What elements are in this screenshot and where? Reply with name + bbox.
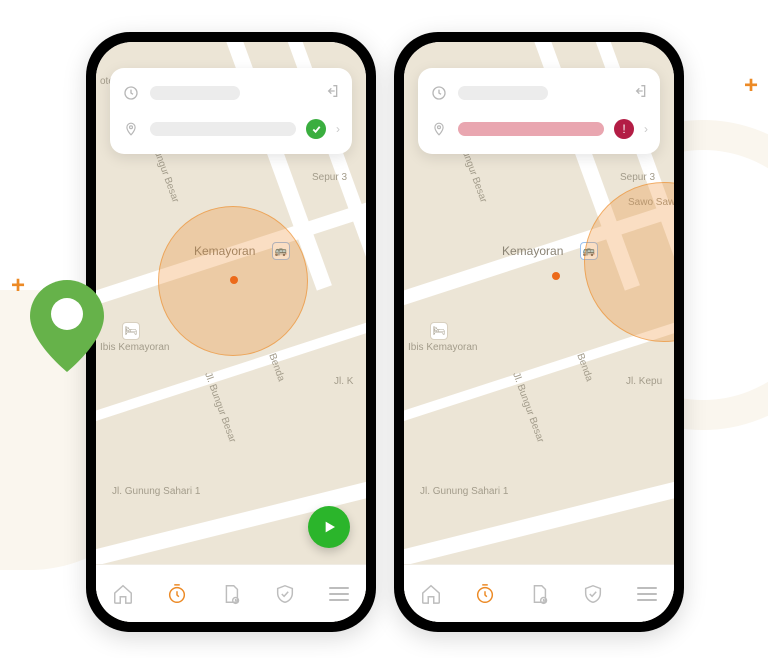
chevron-right-icon: › (644, 122, 648, 136)
map-poi-label: Ibis Kemayoran (408, 342, 477, 353)
pin-icon (430, 121, 448, 137)
nav-timer[interactable] (468, 577, 502, 611)
nav-menu[interactable] (322, 577, 356, 611)
clock-icon (122, 85, 140, 101)
pin-icon (122, 121, 140, 137)
status-ok-icon (306, 119, 326, 139)
map-label: Sepur 3 (620, 172, 655, 183)
time-row[interactable] (122, 78, 340, 108)
hamburger-icon (329, 587, 349, 601)
clock-icon (430, 85, 448, 101)
bottom-nav (404, 564, 674, 622)
phone-mockup-outside-zone: Sepur 3 Sawo Sawo Jl. Bungur Besar Jl. B… (394, 32, 684, 632)
user-location-dot (230, 276, 238, 284)
nav-shield[interactable] (576, 577, 610, 611)
nav-menu[interactable] (630, 577, 664, 611)
map-label: Jl. Kepu (626, 376, 662, 387)
hotel-poi-icon: 🛏 (430, 322, 448, 340)
exit-icon[interactable] (324, 83, 340, 104)
chevron-right-icon: › (336, 122, 340, 136)
nav-timer[interactable] (160, 577, 194, 611)
nav-home[interactable] (106, 577, 140, 611)
map-label: Jl. Gunung Sahari 1 (112, 486, 200, 497)
nav-notes[interactable] (522, 577, 556, 611)
status-error-icon: ! (614, 119, 634, 139)
hamburger-icon (637, 587, 657, 601)
location-status-row[interactable]: › (122, 114, 340, 144)
hotel-poi-icon: 🛏 (122, 322, 140, 340)
map-area-label: Kemayoran (502, 244, 563, 258)
user-location-dot (552, 272, 560, 280)
play-button[interactable] (308, 506, 350, 548)
map-label: Jl. Gunung Sahari 1 (420, 486, 508, 497)
location-placeholder (150, 122, 296, 136)
time-row[interactable] (430, 78, 648, 108)
location-pin-icon (30, 280, 104, 377)
nav-notes[interactable] (214, 577, 248, 611)
bottom-nav (96, 564, 366, 622)
status-card: › (110, 68, 352, 154)
phone-mockup-inside-zone: otel Sepur 3 Jl. Bungur Besar Jl. Bungur… (86, 32, 376, 632)
location-placeholder (458, 122, 604, 136)
map-label: Jl. Bungur Besar (510, 371, 546, 444)
time-placeholder (458, 86, 548, 100)
map-label: Jl. K (334, 376, 353, 387)
exit-icon[interactable] (632, 83, 648, 104)
status-card: ! › (418, 68, 660, 154)
map-label: Sepur 3 (312, 172, 347, 183)
nav-home[interactable] (414, 577, 448, 611)
map-poi-label: Ibis Kemayoran (100, 342, 169, 353)
map-label: Jl. Bungur Besar (202, 371, 238, 444)
location-status-row[interactable]: ! › (430, 114, 648, 144)
time-placeholder (150, 86, 240, 100)
nav-shield[interactable] (268, 577, 302, 611)
